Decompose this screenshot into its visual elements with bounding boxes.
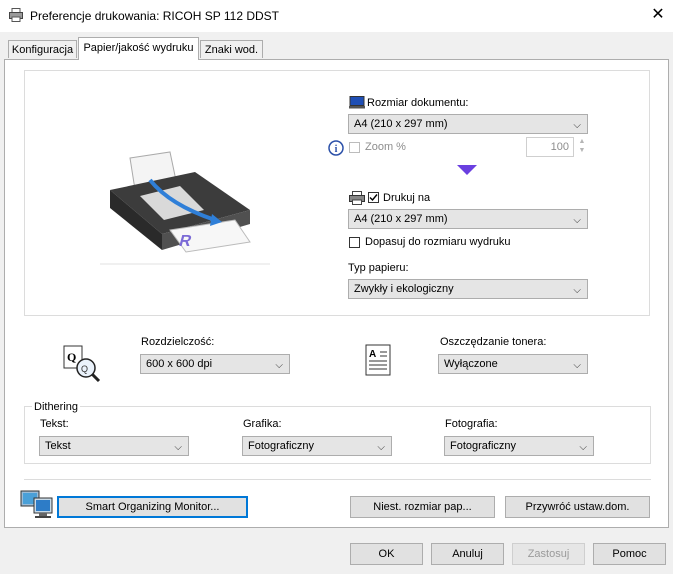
tab-konfiguracja[interactable]: Konfiguracja xyxy=(8,40,77,58)
chevron-down-icon: ⌵ xyxy=(579,442,587,453)
document-size-icon xyxy=(349,96,365,109)
ok-button[interactable]: OK xyxy=(350,543,423,565)
smart-organizing-monitor-button[interactable]: Smart Organizing Monitor... xyxy=(57,496,248,518)
dithering-text-select[interactable]: Tekst ⌵ xyxy=(39,436,189,456)
paper-type-value: Zwykły i ekologiczny xyxy=(354,283,454,295)
help-button[interactable]: Pomoc xyxy=(593,543,666,565)
chevron-down-icon: ⌵ xyxy=(174,442,182,453)
svg-text:A: A xyxy=(369,349,376,360)
print-on-select[interactable]: A4 (210 x 297 mm) ⌵ xyxy=(348,209,588,229)
tab-znaki-wod[interactable]: Znaki wod. xyxy=(200,40,263,58)
tab-papier-jakosc[interactable]: Papier/jakość wydruku xyxy=(78,37,199,60)
monitor-computer-icon xyxy=(20,489,54,519)
svg-text:i: i xyxy=(335,144,338,155)
dithering-graphics-value: Fotograficzny xyxy=(248,440,315,452)
chevron-down-icon: ⌵ xyxy=(573,215,581,226)
toner-save-icon: A xyxy=(365,344,391,376)
toner-save-select[interactable]: Wyłączone ⌵ xyxy=(438,354,588,374)
chevron-down-icon: ⌵ xyxy=(377,442,385,453)
paper-type-label: Typ papieru: xyxy=(348,262,409,274)
document-size-select[interactable]: A4 (210 x 297 mm) ⌵ xyxy=(348,114,588,134)
fit-to-paper-label: Dopasuj do rozmiaru wydruku xyxy=(365,236,511,248)
print-on-label: Drukuj na xyxy=(383,192,431,204)
toner-save-value: Wyłączone xyxy=(444,358,498,370)
chevron-down-icon: ⌵ xyxy=(573,360,581,371)
cancel-button[interactable]: Anuluj xyxy=(431,543,504,565)
window-title: Preferencje drukowania: RICOH SP 112 DDS… xyxy=(30,9,279,23)
custom-paper-size-button[interactable]: Niest. rozmiar pap... xyxy=(350,496,495,518)
svg-text:Q: Q xyxy=(81,364,88,374)
document-size-value: A4 (210 x 297 mm) xyxy=(354,118,448,130)
print-on-printer-icon xyxy=(349,191,365,205)
print-on-checkbox[interactable] xyxy=(368,192,379,203)
arrow-down-icon xyxy=(456,164,478,176)
printer-app-icon xyxy=(9,8,23,22)
print-on-value: A4 (210 x 297 mm) xyxy=(354,213,448,225)
dithering-photo-select[interactable]: Fotograficzny ⌵ xyxy=(444,436,594,456)
document-size-label: Rozmiar dokumentu: xyxy=(367,97,469,109)
resolution-select[interactable]: 600 x 600 dpi ⌵ xyxy=(140,354,290,374)
zoom-value: 100 xyxy=(550,141,569,153)
chevron-down-icon: ⌵ xyxy=(275,360,283,371)
zoom-input[interactable]: 100 xyxy=(526,137,574,157)
dithering-text-label: Tekst: xyxy=(40,418,69,430)
fit-to-paper-checkbox[interactable] xyxy=(349,237,360,248)
printer-illustration: R xyxy=(100,150,270,265)
dithering-photo-value: Fotograficzny xyxy=(450,440,517,452)
dithering-title: Dithering xyxy=(32,401,81,413)
dithering-graphics-label: Grafika: xyxy=(243,418,282,430)
chevron-down-icon: ⌵ xyxy=(573,285,581,296)
resolution-value: 600 x 600 dpi xyxy=(146,358,213,370)
zoom-spinner[interactable]: ▲ ▼ xyxy=(576,137,588,157)
separator xyxy=(24,479,651,480)
paper-type-select[interactable]: Zwykły i ekologiczny ⌵ xyxy=(348,279,588,299)
resolution-label: Rozdzielczość: xyxy=(141,336,215,348)
restore-defaults-button[interactable]: Przywróć ustaw.dom. xyxy=(505,496,650,518)
info-icon[interactable]: i xyxy=(328,140,344,156)
resolution-icon: Q Q xyxy=(62,344,102,384)
apply-button[interactable]: Zastosuj xyxy=(512,543,585,565)
dithering-text-value: Tekst xyxy=(45,440,71,452)
dithering-graphics-select[interactable]: Fotograficzny ⌵ xyxy=(242,436,392,456)
chevron-down-icon: ⌵ xyxy=(573,120,581,131)
close-button[interactable]: ✕ xyxy=(644,2,672,28)
dithering-photo-label: Fotografia: xyxy=(445,418,498,430)
zoom-label: Zoom % xyxy=(365,141,406,153)
svg-text:Q: Q xyxy=(67,350,76,364)
toner-save-label: Oszczędzanie tonera: xyxy=(440,336,547,348)
zoom-checkbox[interactable] xyxy=(349,142,360,153)
